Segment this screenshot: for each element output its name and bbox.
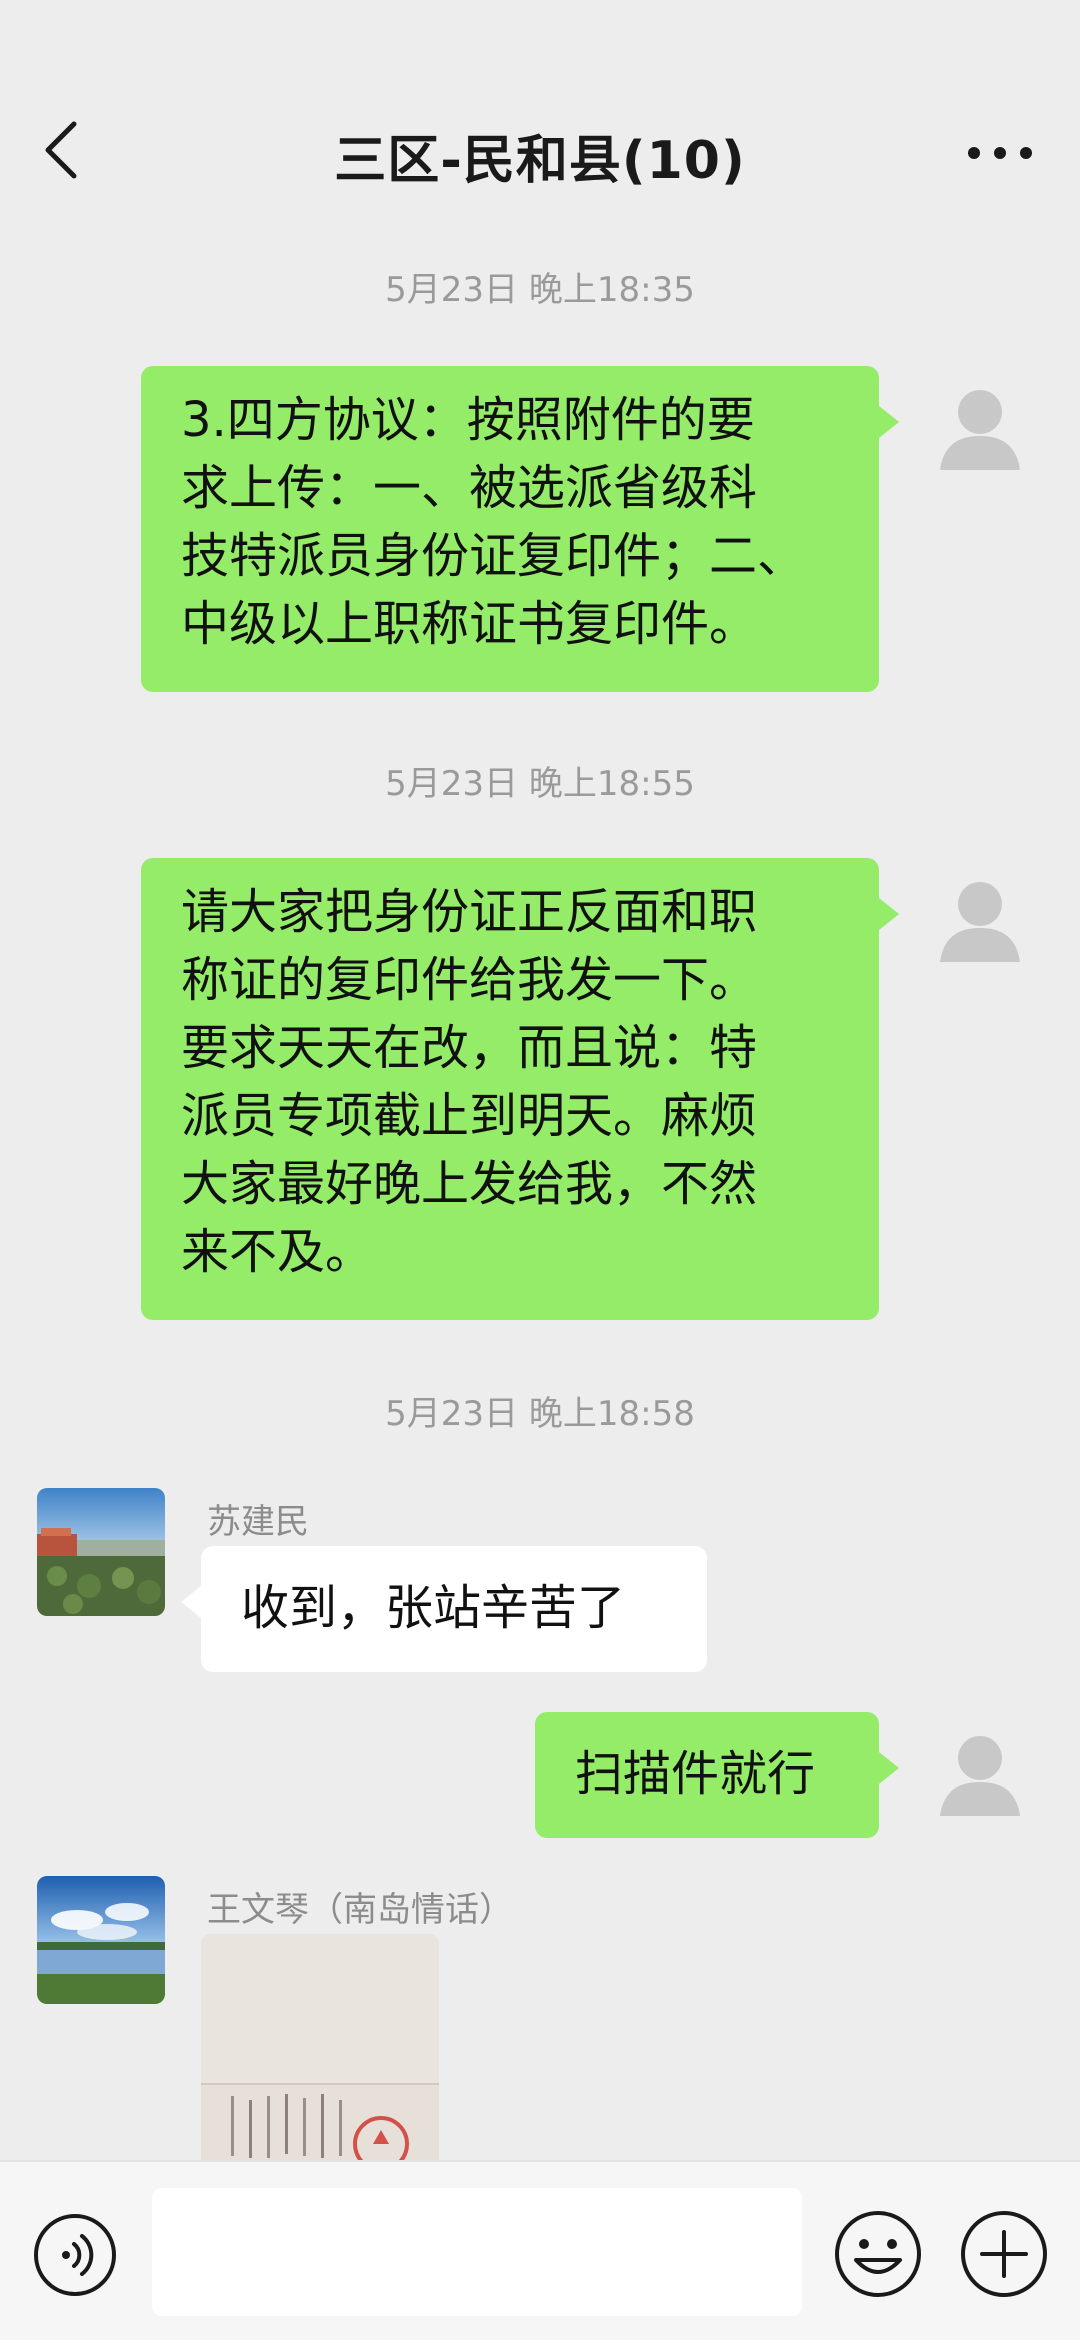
chat-screen: 三区-民和县(10) 5月23日 晚上18:35 3.四方协议：按照附件的要 求…: [0, 0, 1080, 2340]
chat-title: 三区-民和县(10): [334, 131, 746, 191]
document-photo-icon: [201, 1934, 439, 2160]
message-line: 来不及。: [181, 1224, 374, 1280]
voice-button[interactable]: [32, 2212, 118, 2298]
emoji-button[interactable]: [832, 2208, 924, 2300]
message-line: 中级以上职称证书复印件。: [181, 596, 758, 652]
voice-icon: [34, 2214, 116, 2296]
my-message-bubble[interactable]: 扫描件就行: [535, 1712, 899, 1838]
my-avatar[interactable]: [918, 858, 1042, 982]
message-line: 称证的复印件给我发一下。: [181, 952, 758, 1008]
my-avatar[interactable]: [918, 1712, 1042, 1836]
message-input[interactable]: [152, 2188, 802, 2316]
sender-name: 王文琴（南岛情话）: [207, 1890, 513, 1930]
message-timestamp: 5月23日 晚上18:35: [385, 270, 695, 310]
contact-avatar[interactable]: [37, 1488, 165, 1616]
more-dots-icon: [968, 147, 1032, 159]
message-line: 技特派员身份证复印件；二、: [181, 528, 806, 584]
contact-avatar[interactable]: [37, 1876, 165, 2004]
my-message-bubble[interactable]: 请大家把身份证正反面和职 称证的复印件给我发一下。 要求天天在改，而且说：特 派…: [141, 858, 899, 1320]
message-text: 扫描件就行: [575, 1746, 816, 1802]
more-button[interactable]: [960, 128, 1040, 178]
plus-button[interactable]: [958, 2208, 1050, 2300]
landscape-photo-icon: [37, 1488, 165, 1616]
emoji-icon: [835, 2211, 921, 2297]
message-line: 派员专项截止到明天。麻烦: [181, 1088, 758, 1144]
plus-icon: [961, 2211, 1047, 2297]
message-line: 3.四方协议：按照附件的要: [181, 392, 755, 448]
message-line: 求上传：一、被选派省级科: [181, 460, 758, 516]
contact-message-bubble[interactable]: 收到，张站辛苦了: [181, 1546, 707, 1672]
message-line: 大家最好晚上发给我，不然: [181, 1156, 758, 1212]
default-avatar-icon: [940, 882, 1020, 962]
my-message-bubble[interactable]: 3.四方协议：按照附件的要 求上传：一、被选派省级科 技特派员身份证复印件；二、…: [141, 366, 899, 692]
input-bar: [0, 2160, 1080, 2340]
lake-photo-icon: [37, 1876, 165, 2004]
sender-name: 苏建民: [207, 1502, 309, 1542]
image-message[interactable]: [201, 1934, 439, 2160]
message-list[interactable]: 5月23日 晚上18:35 3.四方协议：按照附件的要 求上传：一、被选派省级科…: [0, 232, 1080, 2160]
top-bar: 三区-民和县(10): [0, 0, 1080, 232]
message-text: 收到，张站辛苦了: [241, 1580, 626, 1636]
message-line: 请大家把身份证正反面和职: [181, 884, 758, 940]
message-timestamp: 5月23日 晚上18:58: [385, 1394, 695, 1434]
message-line: 要求天天在改，而且说：特: [181, 1020, 758, 1076]
my-avatar[interactable]: [918, 366, 1042, 490]
default-avatar-icon: [940, 390, 1020, 470]
message-timestamp: 5月23日 晚上18:55: [385, 764, 695, 804]
default-avatar-icon: [940, 1736, 1020, 1816]
